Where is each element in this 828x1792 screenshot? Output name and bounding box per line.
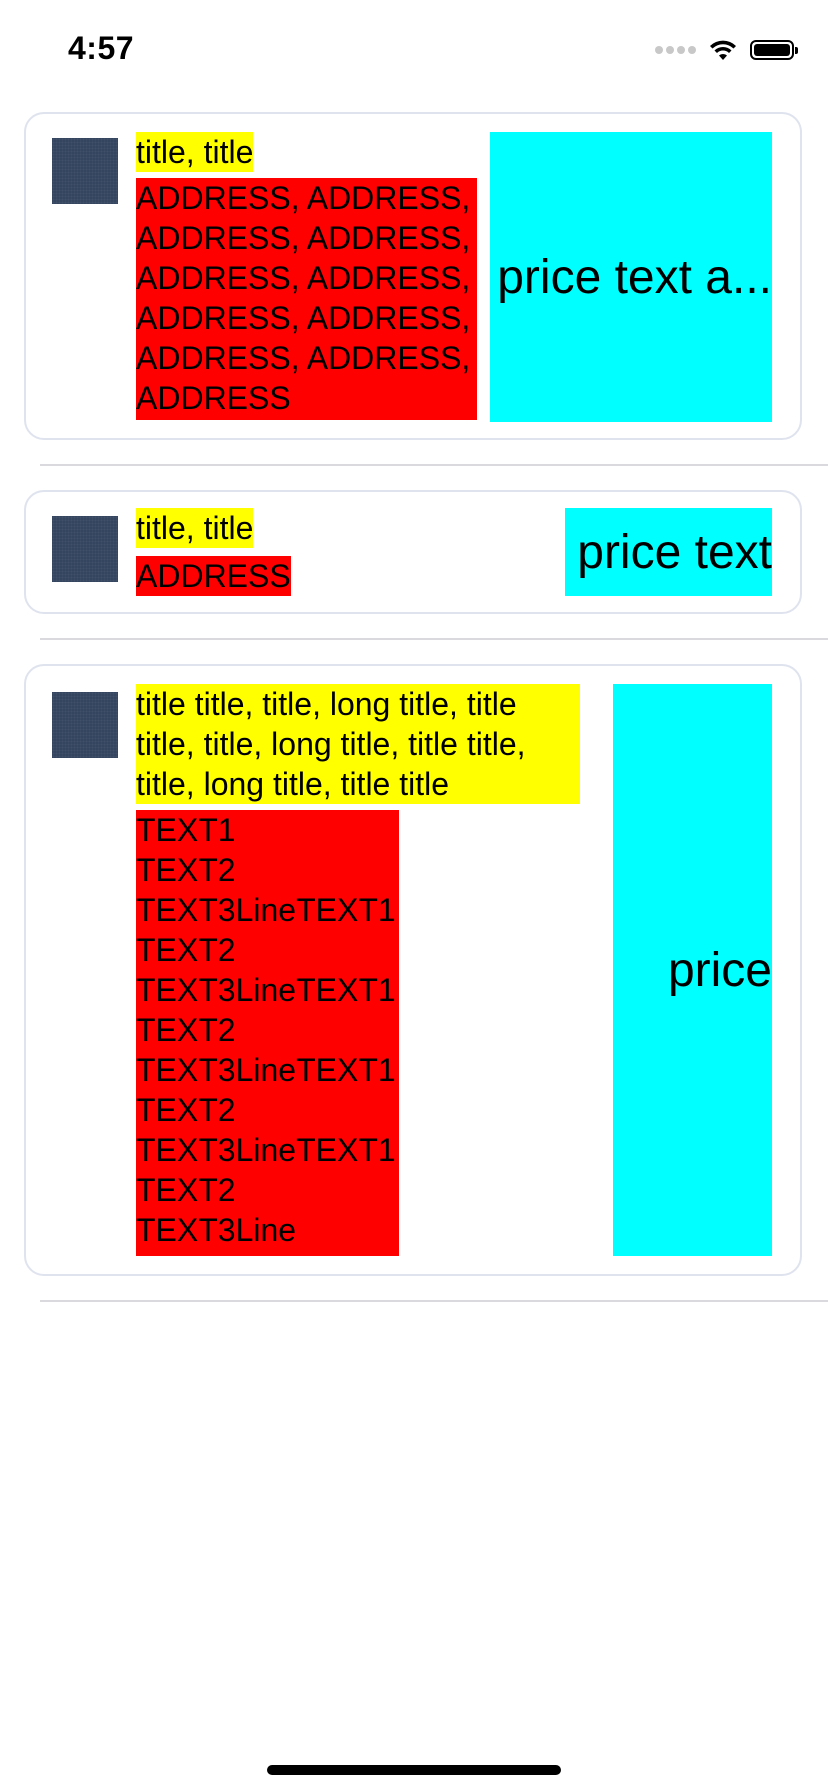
thumbnail-image xyxy=(52,692,118,758)
card-title: title title, title, long title, title ti… xyxy=(136,684,580,804)
row-separator xyxy=(40,638,828,640)
battery-level xyxy=(754,44,790,56)
card-title: title, title xyxy=(136,132,254,172)
card-price: price text a... xyxy=(490,132,772,422)
thumbnail-image xyxy=(52,138,118,204)
status-icons xyxy=(655,36,798,64)
status-bar: 4:57 xyxy=(0,0,828,100)
home-indicator[interactable] xyxy=(267,1765,561,1775)
card-price: price xyxy=(613,684,772,1256)
wifi-icon xyxy=(710,40,736,60)
status-time: 4:57 xyxy=(68,30,135,66)
battery-icon xyxy=(750,40,798,60)
thumbnail-image xyxy=(52,516,118,582)
card-title: title, title xyxy=(136,508,254,548)
list-card[interactable]: title, title ADDRESS price text xyxy=(24,490,802,614)
signal-dots-icon xyxy=(655,46,696,54)
card-address: ADDRESS, ADDRESS, ADDRESS, ADDRESS, ADDR… xyxy=(136,178,477,420)
card-price: price text xyxy=(565,508,772,596)
card-address: TEXT1 TEXT2 TEXT3LineTEXT1 TEXT2 TEXT3Li… xyxy=(136,810,399,1256)
row-separator xyxy=(40,1300,828,1302)
row-separator xyxy=(40,464,828,466)
card-address: ADDRESS xyxy=(136,556,291,596)
list-card[interactable]: title title, title, long title, title ti… xyxy=(24,664,802,1276)
list-card[interactable]: title, title ADDRESS, ADDRESS, ADDRESS, … xyxy=(24,112,802,440)
